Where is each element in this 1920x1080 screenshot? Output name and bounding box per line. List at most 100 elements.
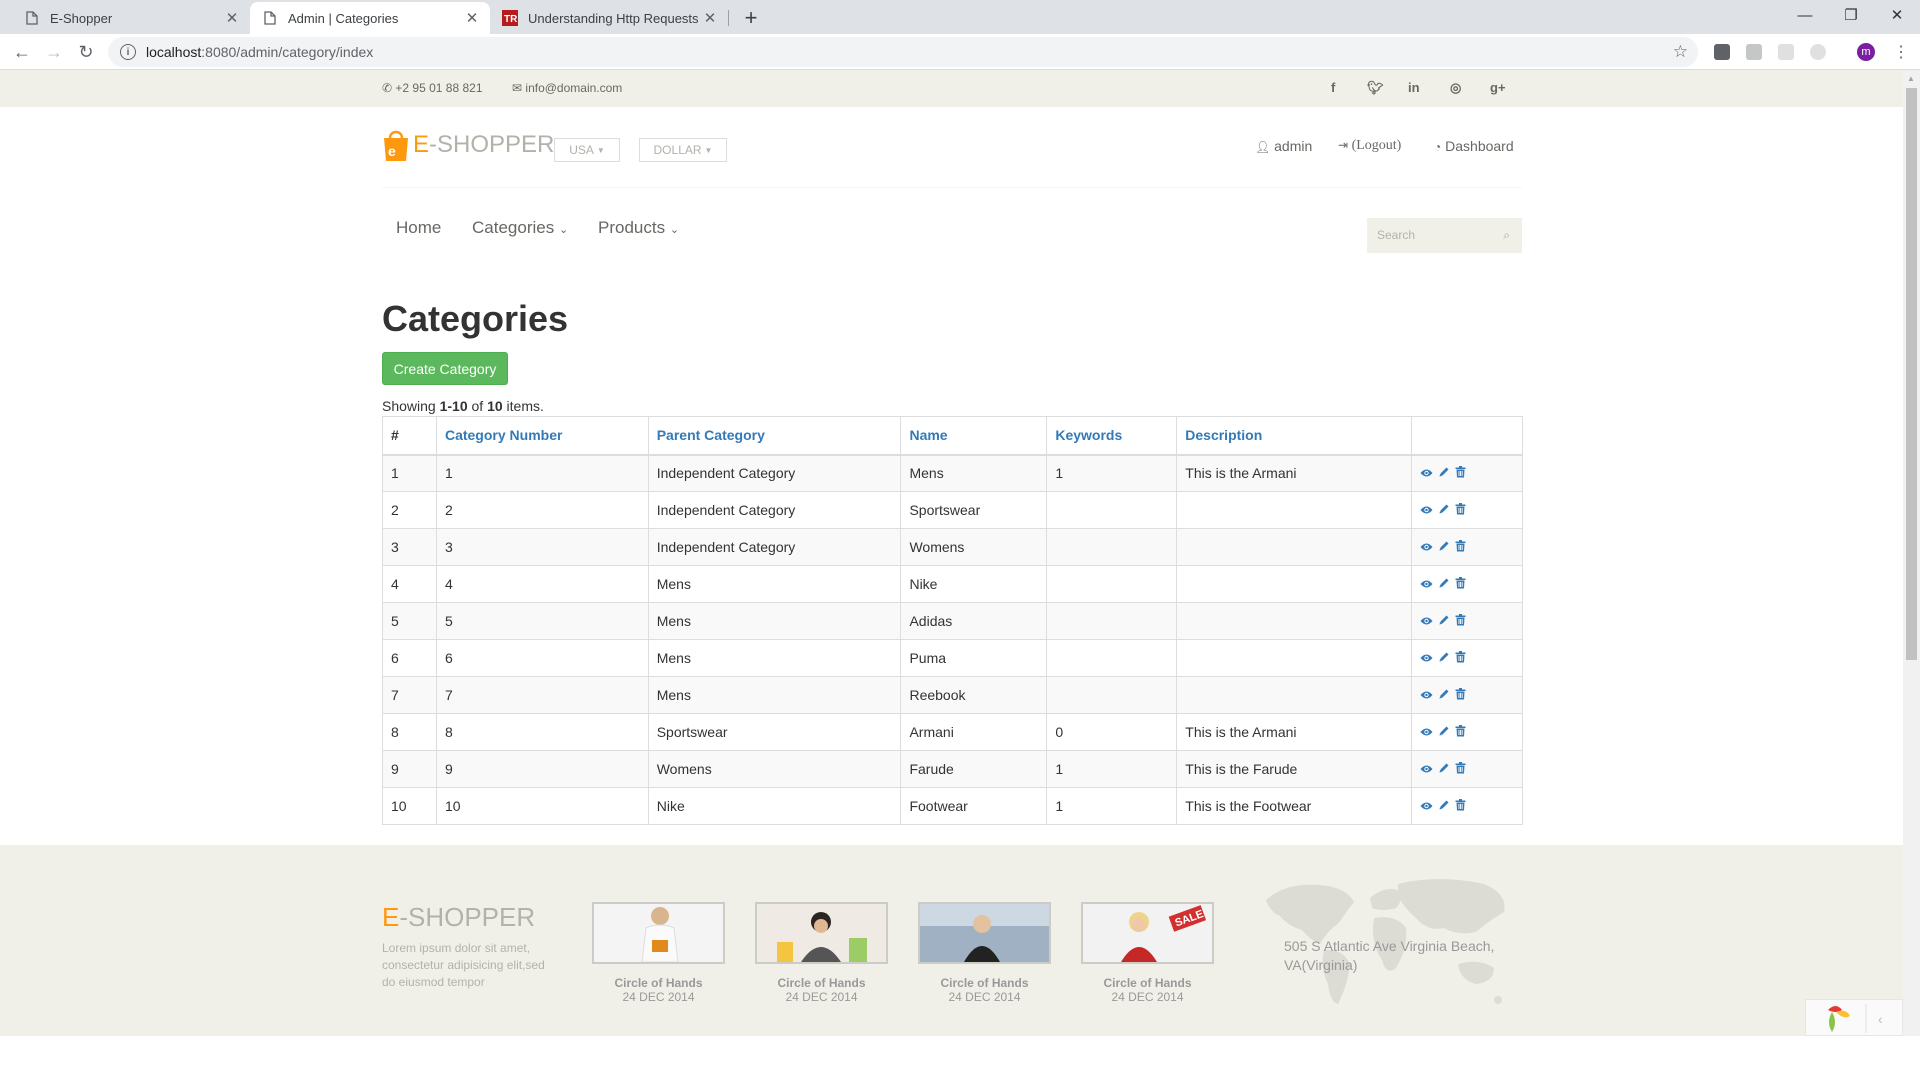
facebook-icon[interactable]: f: [1331, 80, 1335, 95]
video-caption: Circle of Hands: [614, 976, 703, 990]
edit-pencil-icon[interactable]: [1438, 761, 1450, 777]
browser-tab-http-requests[interactable]: TR Understanding Http Requests in ✕: [490, 2, 728, 34]
video-thumbnail[interactable]: [592, 902, 725, 964]
brand-logo[interactable]: e E -SHOPPER: [382, 128, 554, 162]
debug-toolbar-toggle[interactable]: ‹: [1805, 999, 1903, 1036]
browser-tab-admin-categories[interactable]: Admin | Categories ✕: [250, 2, 490, 34]
view-eye-icon[interactable]: [1420, 502, 1433, 518]
country-dropdown[interactable]: USA ▼: [554, 138, 620, 162]
twitter-icon[interactable]: 🐦︎: [1367, 80, 1384, 96]
edit-pencil-icon[interactable]: [1438, 724, 1450, 740]
delete-trash-icon[interactable]: [1455, 502, 1466, 518]
extension-icon[interactable]: [1810, 44, 1826, 60]
reload-icon[interactable]: ↻: [72, 38, 100, 66]
menu-icon[interactable]: ⋮: [1893, 42, 1909, 62]
video-card[interactable]: SALE Circle of Hands 24 DEC 2014: [1081, 902, 1214, 1004]
edit-pencil-icon[interactable]: [1438, 576, 1450, 592]
view-eye-icon[interactable]: [1420, 465, 1433, 481]
cell-parent-category: Sportswear: [647, 713, 902, 751]
edit-pencil-icon[interactable]: [1438, 613, 1450, 629]
dribbble-icon[interactable]: ◎: [1450, 80, 1461, 96]
edit-pencil-icon[interactable]: [1438, 687, 1450, 703]
nav-products[interactable]: Products ⌄: [598, 218, 679, 238]
cell-parent-category: Mens: [647, 676, 902, 714]
delete-trash-icon[interactable]: [1455, 576, 1466, 592]
view-eye-icon[interactable]: [1420, 724, 1433, 740]
column-header-category-number[interactable]: Category Number: [435, 416, 649, 456]
delete-trash-icon[interactable]: [1455, 539, 1466, 555]
column-header-keywords[interactable]: Keywords: [1046, 416, 1178, 456]
view-eye-icon[interactable]: [1420, 539, 1433, 555]
delete-trash-icon[interactable]: [1455, 724, 1466, 740]
column-header-description[interactable]: Description: [1176, 416, 1413, 456]
minimize-icon[interactable]: —: [1782, 0, 1828, 30]
delete-trash-icon[interactable]: [1455, 650, 1466, 666]
new-tab-button[interactable]: +: [737, 4, 765, 32]
search-input[interactable]: Search ⌕: [1367, 218, 1522, 253]
table-row: 10 10 Nike Footwear 1 This is the Footwear: [382, 787, 1523, 825]
bookmark-star-icon[interactable]: ☆: [1673, 42, 1688, 62]
edit-pencil-icon[interactable]: [1438, 502, 1450, 518]
user-link[interactable]: 👤︎ admin: [1255, 138, 1312, 154]
column-header-name[interactable]: Name: [900, 416, 1048, 456]
download-extension-icon[interactable]: [1714, 44, 1730, 60]
cell-keywords: 1: [1046, 454, 1178, 492]
nav-home[interactable]: Home: [396, 218, 441, 238]
video-card[interactable]: Circle of Hands 24 DEC 2014: [592, 902, 725, 1004]
nav-categories[interactable]: Categories ⌄: [472, 218, 568, 238]
view-eye-icon[interactable]: [1420, 613, 1433, 629]
email-contact: ✉ info@domain.com: [512, 81, 623, 95]
delete-trash-icon[interactable]: [1455, 798, 1466, 814]
edit-pencil-icon[interactable]: [1438, 465, 1450, 481]
restore-icon[interactable]: ❐: [1828, 0, 1874, 30]
linkedin-icon[interactable]: in: [1408, 80, 1420, 95]
view-eye-icon[interactable]: [1420, 650, 1433, 666]
video-card[interactable]: Circle of Hands 24 DEC 2014: [755, 902, 888, 1004]
back-icon[interactable]: ←: [8, 38, 36, 66]
video-thumbnail[interactable]: [918, 902, 1051, 964]
close-icon[interactable]: ✕: [224, 9, 240, 27]
svg-text:e: e: [388, 143, 396, 159]
google-plus-icon[interactable]: g+: [1490, 80, 1506, 95]
delete-trash-icon[interactable]: [1455, 687, 1466, 703]
video-card[interactable]: Circle of Hands 24 DEC 2014: [918, 902, 1051, 1004]
edit-pencil-icon[interactable]: [1438, 650, 1450, 666]
extension-icon[interactable]: [1746, 44, 1762, 60]
cell-category-number: 1: [435, 454, 649, 492]
forward-icon[interactable]: →: [40, 38, 68, 66]
logout-link[interactable]: ⇥ (Logout): [1338, 138, 1401, 154]
envelope-icon: ✉: [512, 81, 523, 95]
scroll-up-arrow-icon[interactable]: ▲: [1907, 74, 1915, 83]
column-header-parent-category[interactable]: Parent Category: [647, 416, 902, 456]
view-eye-icon[interactable]: [1420, 761, 1433, 777]
window-close-icon[interactable]: ✕: [1874, 0, 1920, 30]
video-caption: Circle of Hands: [940, 976, 1029, 990]
video-thumbnail[interactable]: SALE: [1081, 902, 1214, 964]
edit-pencil-icon[interactable]: [1438, 798, 1450, 814]
search-icon[interactable]: ⌕: [1503, 228, 1510, 243]
info-icon[interactable]: i: [120, 44, 136, 60]
extension-icon[interactable]: [1778, 44, 1794, 60]
dashboard-link[interactable]: ◔ Dashboard: [1434, 138, 1514, 154]
page-scrollbar[interactable]: ▲: [1903, 70, 1920, 1036]
scrollbar-thumb[interactable]: [1906, 88, 1917, 660]
view-eye-icon[interactable]: [1420, 576, 1433, 592]
edit-pencil-icon[interactable]: [1438, 539, 1450, 555]
address-bar[interactable]: i localhost:8080/admin/category/index ☆: [108, 37, 1698, 67]
cell-category-number: 2: [435, 491, 649, 529]
create-category-button[interactable]: Create Category: [382, 352, 508, 385]
delete-trash-icon[interactable]: [1455, 613, 1466, 629]
video-thumbnail[interactable]: [755, 902, 888, 964]
view-eye-icon[interactable]: [1420, 798, 1433, 814]
browser-tab-eshopper[interactable]: E-Shopper ✕: [12, 2, 250, 34]
cell-category-number: 3: [435, 528, 649, 566]
cell-name: Adidas: [900, 602, 1048, 640]
brand-e: E: [413, 131, 430, 158]
close-icon[interactable]: ✕: [702, 9, 718, 27]
profile-avatar[interactable]: m: [1857, 43, 1875, 61]
currency-dropdown[interactable]: DOLLAR ▼: [639, 138, 727, 162]
delete-trash-icon[interactable]: [1455, 465, 1466, 481]
close-icon[interactable]: ✕: [464, 9, 480, 27]
delete-trash-icon[interactable]: [1455, 761, 1466, 777]
view-eye-icon[interactable]: [1420, 687, 1433, 703]
